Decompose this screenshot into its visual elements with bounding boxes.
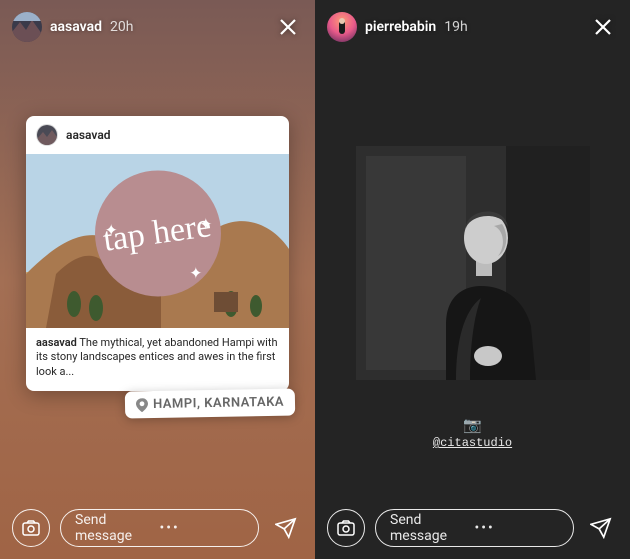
- close-button[interactable]: [588, 12, 618, 42]
- story-footer: Send message •••: [0, 509, 315, 547]
- location-sticker[interactable]: HAMPI, KARNATAKA: [125, 389, 296, 419]
- share-button[interactable]: [269, 511, 303, 545]
- sparkle-icon: ✦: [189, 263, 202, 282]
- story-footer: Send message •••: [315, 509, 630, 547]
- story-header: aasavad 20h: [0, 10, 315, 44]
- card-username: aasavad: [66, 128, 111, 142]
- sparkle-icon: ✦: [105, 220, 118, 239]
- photo-credit[interactable]: 📷 @citastudio: [315, 416, 630, 450]
- card-image: tap here ✦ ✦ ✦: [26, 154, 289, 328]
- send-icon: [275, 517, 297, 539]
- card-avatar: [36, 124, 58, 146]
- camera-button[interactable]: [327, 509, 365, 547]
- sparkle-icon: ✦: [199, 214, 212, 233]
- story-photo: [356, 146, 590, 380]
- send-message-input[interactable]: Send message •••: [375, 509, 574, 547]
- card-header: aasavad: [26, 116, 289, 154]
- camera-icon: [22, 520, 40, 536]
- camera-button[interactable]: [12, 509, 50, 547]
- shared-post-card[interactable]: aasavad tap here ✦ ✦ ✦ aasavad Th: [26, 116, 289, 391]
- story-right: pierrebabin 19h 📷 @c: [315, 0, 630, 559]
- story-header: pierrebabin 19h: [315, 10, 630, 44]
- time-label: 19h: [444, 19, 467, 35]
- camera-icon: [337, 520, 355, 536]
- time-label: 20h: [110, 19, 133, 35]
- username-label[interactable]: aasavad: [50, 19, 102, 35]
- user-avatar[interactable]: [327, 12, 357, 42]
- card-caption: aasavad The mythical, yet abandoned Hamp…: [26, 328, 289, 391]
- story-left: aasavad 20h aasavad: [0, 0, 315, 559]
- camera-emoji-icon: 📷: [315, 416, 630, 434]
- username-label[interactable]: pierrebabin: [365, 19, 436, 35]
- send-icon: [590, 517, 612, 539]
- close-button[interactable]: [273, 12, 303, 42]
- more-options-button[interactable]: •••: [475, 520, 560, 536]
- share-button[interactable]: [584, 511, 618, 545]
- location-pin-icon: [136, 398, 148, 412]
- tap-here-sticker: tap here ✦ ✦ ✦: [95, 170, 221, 296]
- send-message-input[interactable]: Send message •••: [60, 509, 259, 547]
- user-avatar[interactable]: [12, 12, 42, 42]
- more-options-button[interactable]: •••: [160, 520, 245, 536]
